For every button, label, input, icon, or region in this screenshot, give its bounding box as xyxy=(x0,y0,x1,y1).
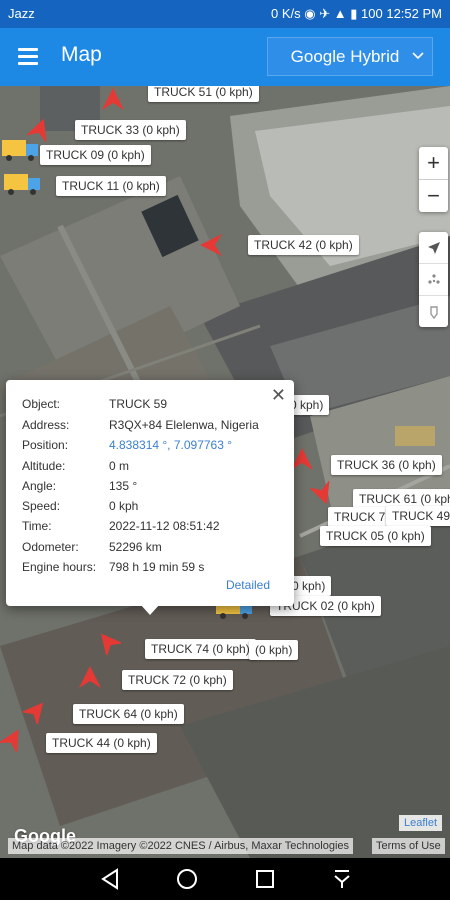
object-time: 2022-11-12 08:51:42 xyxy=(109,519,220,533)
object-odometer: 52296 km xyxy=(109,540,162,554)
truck-heading-arrow-icon[interactable] xyxy=(198,232,224,258)
menu-line-icon xyxy=(18,47,38,51)
marker-icon xyxy=(429,305,438,319)
object-engine-hours: 798 h 19 min 59 s xyxy=(109,560,205,574)
locate-button[interactable] xyxy=(419,232,448,263)
map-type-select[interactable]: Google Hybrid xyxy=(267,37,433,76)
truck-heading-arrow-icon[interactable] xyxy=(0,726,26,752)
truck-heading-arrow-icon[interactable] xyxy=(310,481,336,507)
truck-label[interactable]: TRUCK 42 (0 kph) xyxy=(248,235,359,255)
net-speed: 0 K/s xyxy=(271,6,301,21)
truck-heading-arrow-icon[interactable] xyxy=(23,698,49,724)
close-icon[interactable]: ✕ xyxy=(271,385,286,406)
menu-line-icon xyxy=(18,54,38,58)
truck-label[interactable]: TRUCK 05 (0 kph) xyxy=(320,526,431,546)
truck-label[interactable]: (0 kph) xyxy=(249,640,299,660)
android-nav-bar xyxy=(0,858,450,900)
truck-heading-arrow-icon[interactable] xyxy=(100,86,126,112)
carrier-name: Jazz xyxy=(8,6,35,21)
truck-label[interactable]: TRUCK 72 (0 kph) xyxy=(122,670,233,690)
page-title: Map xyxy=(61,43,102,66)
object-speed: 0 kph xyxy=(109,499,139,513)
object-name: TRUCK 59 xyxy=(109,397,168,411)
marker-toggle-button[interactable] xyxy=(419,295,448,327)
truck-label[interactable]: TRUCK 74 (0 kph) xyxy=(145,639,256,659)
truck-label[interactable]: TRUCK 33 (0 kph) xyxy=(75,120,186,140)
location-arrow-icon xyxy=(427,241,440,254)
object-info-popup: ✕ Object: TRUCK 59 Address: R3QX+84 Elelen… xyxy=(6,380,294,606)
hamburger-menu-button[interactable] xyxy=(10,38,46,74)
truck-heading-arrow-icon[interactable] xyxy=(77,664,103,690)
leaflet-link[interactable]: Leaflet xyxy=(399,815,443,831)
truck-heading-arrow-icon[interactable] xyxy=(27,116,53,142)
position-link[interactable]: 4.838314 °, 7.097763 ° xyxy=(109,438,232,452)
menu-line-icon xyxy=(18,61,38,65)
status-right: 0 K/s ◉ ✈ ▲ ▮ 100 12:52 PM xyxy=(271,6,442,22)
status-icons: ◉ ✈ ▲ ▮ xyxy=(304,6,358,21)
status-bar: Jazz 0 K/s ◉ ✈ ▲ ▮ 100 12:52 PM xyxy=(0,0,450,28)
cluster-toggle-button[interactable] xyxy=(419,263,448,295)
map-tools xyxy=(419,232,448,327)
truck-heading-arrow-icon[interactable] xyxy=(95,629,121,655)
zoom-out-button[interactable]: − xyxy=(419,180,448,212)
truck-label[interactable]: TRUCK 09 (0 kph) xyxy=(40,145,151,165)
zoom-in-button[interactable]: + xyxy=(419,147,448,180)
object-angle: 135 ° xyxy=(109,479,138,493)
chevron-down-icon xyxy=(412,52,424,60)
truck-label[interactable]: TRUCK 51 (0 kph) xyxy=(148,86,259,102)
cluster-icon xyxy=(427,273,440,284)
clock: 12:52 PM xyxy=(386,6,442,21)
recents-icon[interactable] xyxy=(253,867,277,891)
truck-label[interactable]: TRUCK 49 xyxy=(386,506,450,526)
truck-label[interactable]: TRUCK 44 (0 kph) xyxy=(46,733,157,753)
object-address: R3QX+84 Elelenwa, Nigeria xyxy=(109,418,259,432)
app-bar: Map Google Hybrid xyxy=(0,28,450,86)
truck-label[interactable]: TRUCK 64 (0 kph) xyxy=(73,704,184,724)
home-icon[interactable] xyxy=(175,867,199,891)
map-attribution: Map data ©2022 Imagery ©2022 CNES / Airb… xyxy=(8,838,354,854)
notification-pull-icon[interactable] xyxy=(330,867,354,891)
map-type-label: Google Hybrid xyxy=(290,46,400,66)
battery-level: 100 xyxy=(361,6,383,21)
back-icon[interactable] xyxy=(98,867,122,891)
popup-tip xyxy=(140,604,160,615)
truck-label[interactable]: TRUCK 36 (0 kph) xyxy=(331,455,442,475)
truck-label[interactable]: TRUCK 7 xyxy=(328,507,392,527)
zoom-control: + − xyxy=(419,147,448,212)
object-altitude: 0 m xyxy=(109,459,130,473)
truck-icon[interactable] xyxy=(2,170,44,198)
terms-of-use-link[interactable]: Terms of Use xyxy=(372,838,445,854)
truck-label[interactable]: TRUCK 11 (0 kph) xyxy=(56,176,166,196)
detailed-link[interactable]: Detailed xyxy=(226,578,270,592)
